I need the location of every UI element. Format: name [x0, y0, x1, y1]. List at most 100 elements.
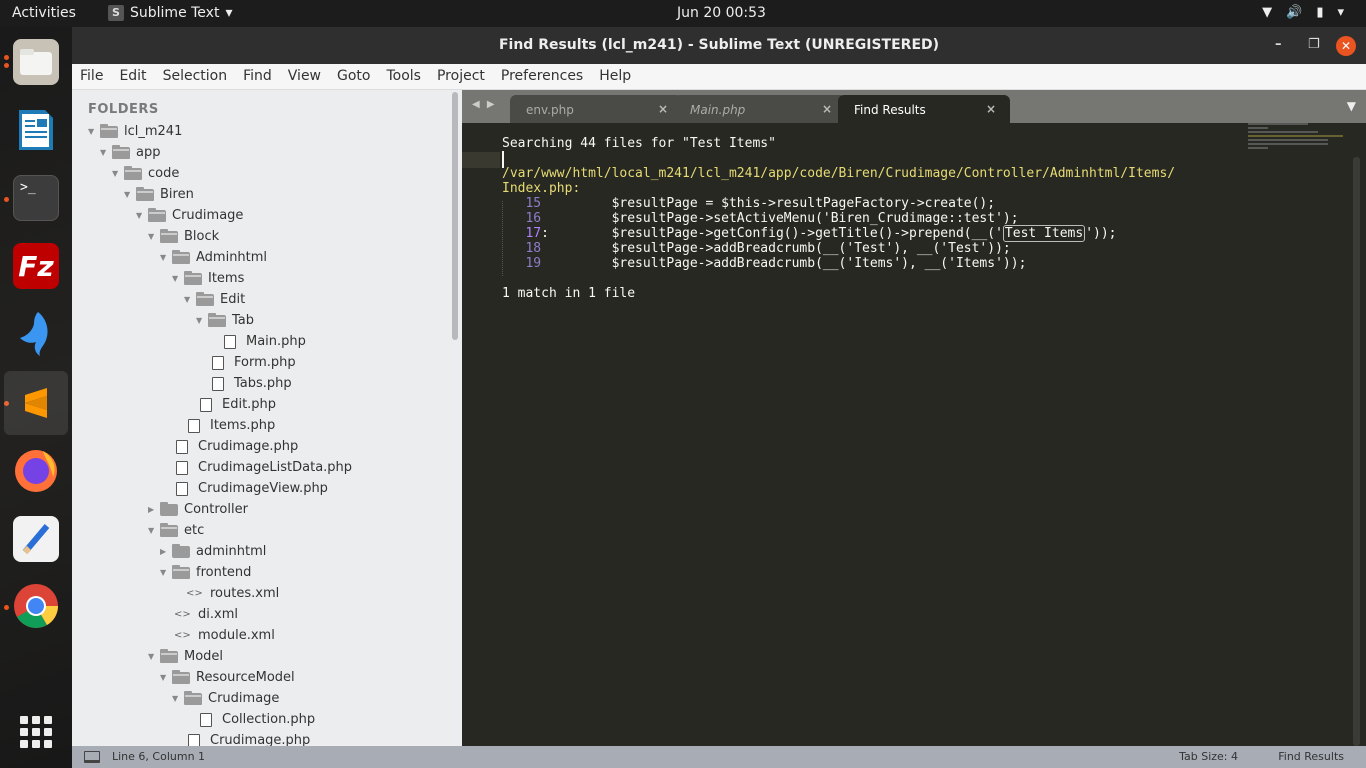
- app-menu[interactable]: S Sublime Text ▾: [108, 5, 232, 21]
- wifi-icon[interactable]: ▼: [1262, 5, 1272, 20]
- dock-files[interactable]: [13, 39, 59, 85]
- syntax-selector[interactable]: Find Results: [1278, 750, 1344, 763]
- show-applications-icon[interactable]: [20, 716, 52, 748]
- disclosure-open-icon[interactable]: ▼: [160, 673, 172, 682]
- tree-file[interactable]: Main.php: [224, 331, 306, 352]
- dock-firefox[interactable]: [13, 447, 59, 493]
- maximize-button[interactable]: ❐: [1308, 37, 1320, 52]
- minimize-button[interactable]: –: [1275, 37, 1282, 52]
- disclosure-open-icon[interactable]: ▼: [160, 253, 172, 262]
- menu-file[interactable]: File: [80, 64, 111, 89]
- tab-size[interactable]: Tab Size: 4: [1179, 750, 1238, 763]
- tree-file[interactable]: Crudimage.php: [188, 730, 310, 746]
- title-bar[interactable]: Find Results (lcl_m241) - Sublime Text (…: [72, 27, 1366, 64]
- menu-selection[interactable]: Selection: [163, 64, 236, 89]
- minimap[interactable]: [1248, 123, 1348, 163]
- disclosure-open-icon[interactable]: ▼: [148, 232, 160, 241]
- result-line-context[interactable]: 15 $resultPage = $this->resultPageFactor…: [502, 196, 995, 211]
- result-line-context[interactable]: 18 $resultPage->addBreadcrumb(__('Test')…: [502, 241, 1010, 256]
- result-line-context[interactable]: 16 $resultPage->setActiveMenu('Biren_Cru…: [502, 211, 1018, 226]
- tree-file[interactable]: Crudimage.php: [176, 436, 298, 457]
- disclosure-open-icon[interactable]: ▼: [172, 274, 184, 283]
- result-file-name[interactable]: Index.php:: [502, 181, 580, 196]
- system-tray[interactable]: ▼ 🔊 ▮ ▾: [1262, 5, 1344, 20]
- menu-edit[interactable]: Edit: [119, 64, 154, 89]
- tree-folder[interactable]: ▼ Edit: [184, 289, 245, 310]
- tree-folder[interactable]: ▼ ResourceModel: [160, 667, 295, 688]
- disclosure-open-icon[interactable]: ▼: [112, 169, 124, 178]
- editor-scrollbar[interactable]: [1353, 157, 1360, 746]
- menu-help[interactable]: Help: [599, 64, 639, 89]
- menu-tools[interactable]: Tools: [386, 64, 429, 89]
- tab-list-dropdown-icon[interactable]: ▼: [1347, 99, 1356, 113]
- tree-file[interactable]: Items.php: [188, 415, 275, 436]
- menu-preferences[interactable]: Preferences: [501, 64, 591, 89]
- menu-goto[interactable]: Goto: [337, 64, 378, 89]
- tree-folder[interactable]: ▼ Adminhtml: [160, 247, 267, 268]
- tab-nav-arrows-icon[interactable]: ◀ ▶: [472, 99, 497, 110]
- tree-folder[interactable]: ▶ Controller: [148, 499, 248, 520]
- tree-folder[interactable]: ▼ lcl_m241: [88, 121, 182, 142]
- menu-find[interactable]: Find: [243, 64, 280, 89]
- dock-filezilla[interactable]: Fz: [13, 243, 59, 289]
- result-line-context[interactable]: 19 $resultPage->addBreadcrumb(__('Items'…: [502, 256, 1026, 271]
- editor-find-results[interactable]: Searching 44 files for "Test Items" /var…: [462, 123, 1366, 746]
- tree-file[interactable]: <> routes.xml: [186, 583, 279, 604]
- disclosure-open-icon[interactable]: ▼: [124, 190, 136, 199]
- disclosure-open-icon[interactable]: ▼: [136, 211, 148, 220]
- disclosure-open-icon[interactable]: ▼: [172, 694, 184, 703]
- disclosure-closed-icon[interactable]: ▶: [160, 547, 172, 556]
- close-button[interactable]: ✕: [1336, 36, 1356, 56]
- dock-chrome[interactable]: [13, 583, 59, 629]
- disclosure-closed-icon[interactable]: ▶: [148, 505, 160, 514]
- disclosure-open-icon[interactable]: ▼: [196, 316, 208, 325]
- tree-file[interactable]: CrudimageListData.php: [176, 457, 352, 478]
- battery-icon[interactable]: ▮: [1316, 5, 1323, 20]
- result-line-match[interactable]: 17: $resultPage->getConfig()->getTitle()…: [502, 225, 1117, 242]
- system-menu-icon[interactable]: ▾: [1337, 5, 1344, 20]
- tree-folder[interactable]: ▼ Model: [148, 646, 223, 667]
- menu-view[interactable]: View: [288, 64, 329, 89]
- tab-main-php[interactable]: Main.php ×: [674, 95, 846, 123]
- tree-file[interactable]: <> module.xml: [174, 625, 275, 646]
- result-file-path[interactable]: /var/www/html/local_m241/lcl_m241/app/co…: [502, 166, 1175, 181]
- tree-file[interactable]: Tabs.php: [212, 373, 292, 394]
- tree-file[interactable]: CrudimageView.php: [176, 478, 328, 499]
- disclosure-open-icon[interactable]: ▼: [88, 127, 100, 136]
- tree-file[interactable]: Edit.php: [200, 394, 276, 415]
- disclosure-open-icon[interactable]: ▼: [148, 526, 160, 535]
- tree-folder[interactable]: ▼ Crudimage: [136, 205, 243, 226]
- dock-libreoffice-writer[interactable]: [13, 107, 59, 153]
- dock-mysql-workbench[interactable]: [13, 311, 59, 357]
- tab-close-icon[interactable]: ×: [822, 102, 832, 116]
- tab-env-php[interactable]: env.php ×: [510, 95, 682, 123]
- tree-file[interactable]: <> di.xml: [174, 604, 238, 625]
- disclosure-open-icon[interactable]: ▼: [160, 568, 172, 577]
- volume-icon[interactable]: 🔊: [1286, 5, 1302, 20]
- tree-folder[interactable]: ▼ Tab: [196, 310, 254, 331]
- tree-file[interactable]: Collection.php: [200, 709, 315, 730]
- tab-find-results[interactable]: Find Results ×: [838, 95, 1010, 123]
- disclosure-open-icon[interactable]: ▼: [100, 148, 112, 157]
- tab-close-icon[interactable]: ×: [986, 102, 996, 116]
- clock[interactable]: Jun 20 00:53: [677, 5, 766, 21]
- disclosure-open-icon[interactable]: ▼: [148, 652, 160, 661]
- panel-toggle-icon[interactable]: [84, 751, 100, 763]
- sidebar-scrollbar[interactable]: [452, 92, 458, 340]
- tree-folder[interactable]: ▼ etc: [148, 520, 204, 541]
- tree-folder[interactable]: ▼ app: [100, 142, 160, 163]
- tab-close-icon[interactable]: ×: [658, 102, 668, 116]
- tree-folder[interactable]: ▼ Items: [172, 268, 244, 289]
- tree-folder[interactable]: ▶ adminhtml: [160, 541, 266, 562]
- menu-project[interactable]: Project: [437, 64, 493, 89]
- tree-folder[interactable]: ▼ Biren: [124, 184, 194, 205]
- tree-folder[interactable]: ▼ code: [112, 163, 179, 184]
- tree-file[interactable]: Form.php: [212, 352, 296, 373]
- dock-sublime-text[interactable]: [4, 371, 68, 435]
- activities-button[interactable]: Activities: [12, 5, 76, 21]
- disclosure-open-icon[interactable]: ▼: [184, 295, 196, 304]
- tree-folder[interactable]: ▼ frontend: [160, 562, 251, 583]
- tree-folder[interactable]: ▼ Block: [148, 226, 219, 247]
- tree-folder[interactable]: ▼ Crudimage: [172, 688, 279, 709]
- dock-text-editor[interactable]: [13, 516, 59, 562]
